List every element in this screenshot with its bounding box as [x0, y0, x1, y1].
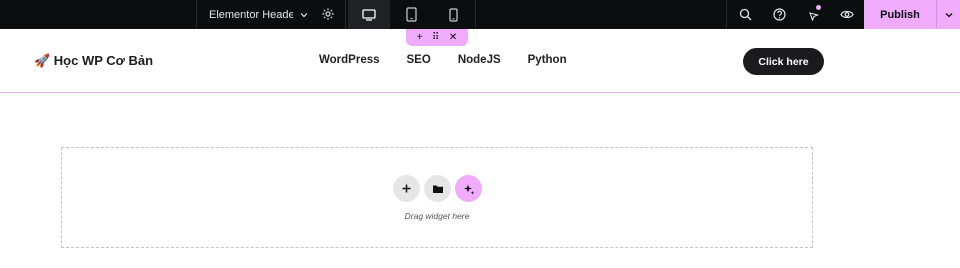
- notification-dot: [816, 5, 821, 10]
- ai-sparkle-icon: [463, 184, 474, 195]
- search-button[interactable]: [729, 0, 761, 29]
- preview-eye-icon: [840, 10, 854, 19]
- add-section-tools: [393, 175, 482, 202]
- template-library-button[interactable]: [424, 175, 451, 202]
- publish-options-button[interactable]: [937, 10, 960, 20]
- publish-button[interactable]: Publish: [864, 9, 936, 21]
- ai-generate-button[interactable]: [455, 175, 482, 202]
- mobile-view-button[interactable]: [432, 0, 474, 29]
- drag-icon[interactable]: ⠿: [432, 32, 439, 43]
- mobile-icon: [448, 7, 458, 22]
- device-switcher: [348, 0, 476, 29]
- search-icon: [739, 8, 751, 21]
- chevron-down-icon: [300, 12, 308, 17]
- nav-item-python[interactable]: Python: [528, 54, 567, 66]
- help-icon: [772, 8, 786, 21]
- add-icon[interactable]: +: [417, 32, 423, 43]
- gear-icon[interactable]: [321, 7, 335, 21]
- top-bar-actions: [726, 0, 864, 29]
- main-navigation: WordPress SEO NodeJS Python: [319, 54, 594, 66]
- cta-button[interactable]: Click here: [743, 48, 824, 75]
- drag-widget-hint: Drag widget here: [404, 211, 470, 221]
- tablet-icon: [405, 7, 417, 22]
- help-button[interactable]: [763, 0, 795, 29]
- desktop-view-button[interactable]: [348, 0, 390, 29]
- document-title-dropdown[interactable]: Elementor Heade...: [196, 0, 346, 29]
- folder-icon: [432, 185, 443, 193]
- add-icon: [402, 184, 411, 193]
- chevron-down-icon: [945, 12, 952, 17]
- add-section-button[interactable]: [393, 175, 420, 202]
- site-header-section[interactable]: 🚀 Học WP Cơ Bản WordPress SEO NodeJS Pyt…: [0, 29, 960, 93]
- ai-notifications-button[interactable]: [797, 0, 829, 29]
- nav-item-wordpress[interactable]: WordPress: [319, 54, 380, 66]
- preview-button[interactable]: [831, 0, 863, 29]
- desktop-icon: [362, 8, 376, 21]
- tablet-view-button[interactable]: [390, 0, 432, 29]
- nav-item-seo[interactable]: SEO: [407, 54, 431, 66]
- section-handle: + ⠿ ✕: [406, 29, 468, 46]
- editor-top-bar: Elementor Heade... Publish: [0, 0, 960, 29]
- document-title: Elementor Heade...: [209, 8, 293, 21]
- publish-button-group: Publish: [864, 0, 960, 29]
- close-icon[interactable]: ✕: [449, 32, 457, 43]
- site-logo[interactable]: 🚀 Học WP Cơ Bản: [34, 53, 153, 69]
- nav-item-nodejs[interactable]: NodeJS: [458, 54, 501, 66]
